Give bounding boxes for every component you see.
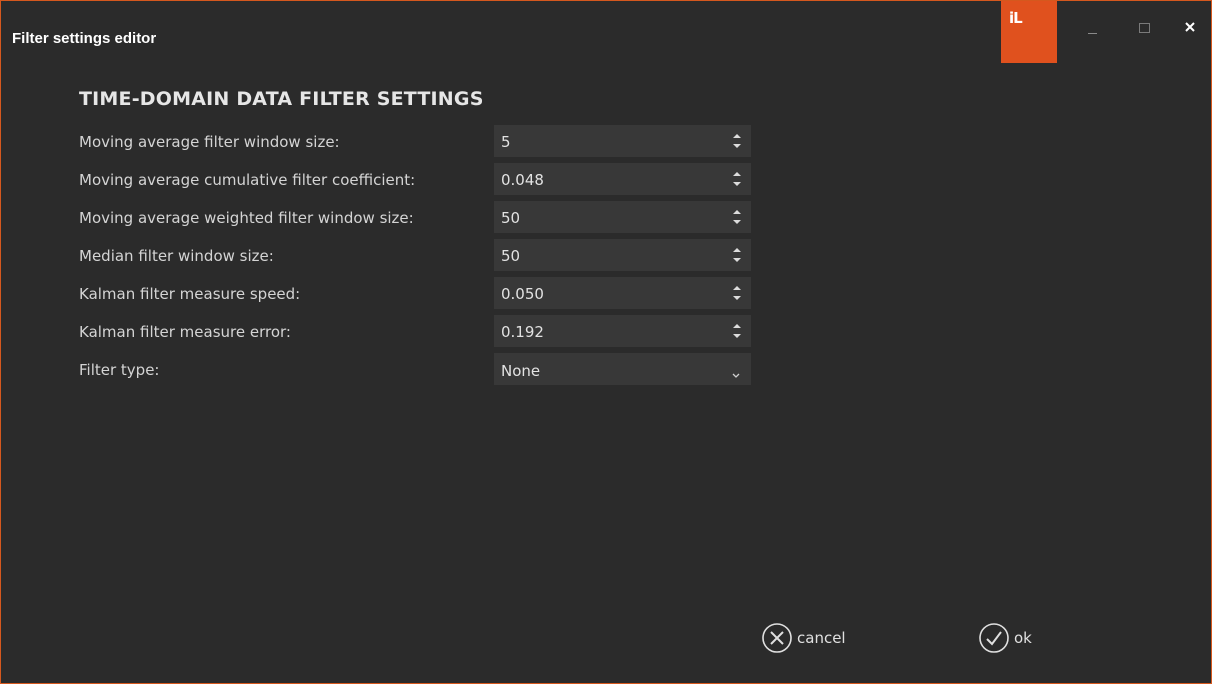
maximize-button[interactable] — [1132, 15, 1156, 39]
row-moving-average-window: Moving average filter window size: 5 — [1, 125, 761, 157]
field-label: Moving average cumulative filter coeffic… — [79, 171, 416, 189]
row-kalman-error: Kalman filter measure error: 0.192 — [1, 315, 761, 347]
field-label: Filter type: — [79, 361, 160, 379]
ok-circle-check-icon — [979, 623, 1009, 653]
field-label: Median filter window size: — [79, 247, 274, 265]
moving-average-window-spinbox[interactable]: 5 — [494, 125, 751, 157]
close-icon — [1185, 22, 1195, 32]
spinbox-value[interactable]: 50 — [501, 209, 520, 227]
spin-arrows-icon[interactable] — [732, 208, 742, 226]
ok-label[interactable]: ok — [1014, 629, 1032, 647]
minimize-button[interactable] — [1080, 15, 1104, 39]
spin-arrows-icon[interactable] — [732, 132, 742, 150]
title-bar[interactable]: Filter settings editor iL — [1, 1, 1211, 63]
row-filter-type: Filter type: None — [1, 353, 761, 385]
close-button[interactable] — [1178, 15, 1202, 39]
spinbox-value[interactable]: 50 — [501, 247, 520, 265]
window-title: Filter settings editor — [12, 30, 157, 47]
spinbox-value[interactable]: 0.192 — [501, 323, 544, 341]
cancel-button[interactable]: cancel — [761, 622, 846, 654]
moving-average-cumulative-spinbox[interactable]: 0.048 — [494, 163, 751, 195]
spin-arrows-icon[interactable] — [732, 322, 742, 340]
row-kalman-speed: Kalman filter measure speed: 0.050 — [1, 277, 761, 309]
app-logo: iL — [1001, 1, 1057, 63]
kalman-speed-spinbox[interactable]: 0.050 — [494, 277, 751, 309]
filter-settings-window: Filter settings editor iL TIME-DOMAIN DA… — [0, 0, 1212, 684]
filter-type-dropdown[interactable]: None — [494, 353, 751, 385]
minimize-icon — [1087, 32, 1097, 34]
spinbox-value[interactable]: 0.048 — [501, 171, 544, 189]
spin-arrows-icon[interactable] — [732, 284, 742, 302]
row-median-window: Median filter window size: 50 — [1, 239, 761, 271]
row-moving-average-weighted: Moving average weighted filter window si… — [1, 201, 761, 233]
field-label: Moving average filter window size: — [79, 133, 340, 151]
moving-average-weighted-spinbox[interactable]: 50 — [494, 201, 751, 233]
cancel-label[interactable]: cancel — [797, 629, 846, 647]
spin-arrows-icon[interactable] — [732, 246, 742, 264]
field-label: Kalman filter measure error: — [79, 323, 291, 341]
app-logo-text: iL — [1009, 9, 1023, 27]
spinbox-value[interactable]: 0.050 — [501, 285, 544, 303]
field-label: Kalman filter measure speed: — [79, 285, 301, 303]
field-label: Moving average weighted filter window si… — [79, 209, 414, 227]
spinbox-value[interactable]: 5 — [501, 133, 511, 151]
ok-button[interactable]: ok — [978, 622, 1032, 654]
chevron-down-icon[interactable] — [732, 364, 740, 383]
row-moving-average-cumulative: Moving average cumulative filter coeffic… — [1, 163, 761, 195]
section-heading: TIME-DOMAIN DATA FILTER SETTINGS — [79, 88, 484, 110]
dropdown-value[interactable]: None — [501, 362, 540, 380]
cancel-circle-x-icon — [762, 623, 792, 653]
maximize-icon — [1138, 23, 1150, 33]
spin-arrows-icon[interactable] — [732, 170, 742, 188]
kalman-error-spinbox[interactable]: 0.192 — [494, 315, 751, 347]
median-window-spinbox[interactable]: 50 — [494, 239, 751, 271]
